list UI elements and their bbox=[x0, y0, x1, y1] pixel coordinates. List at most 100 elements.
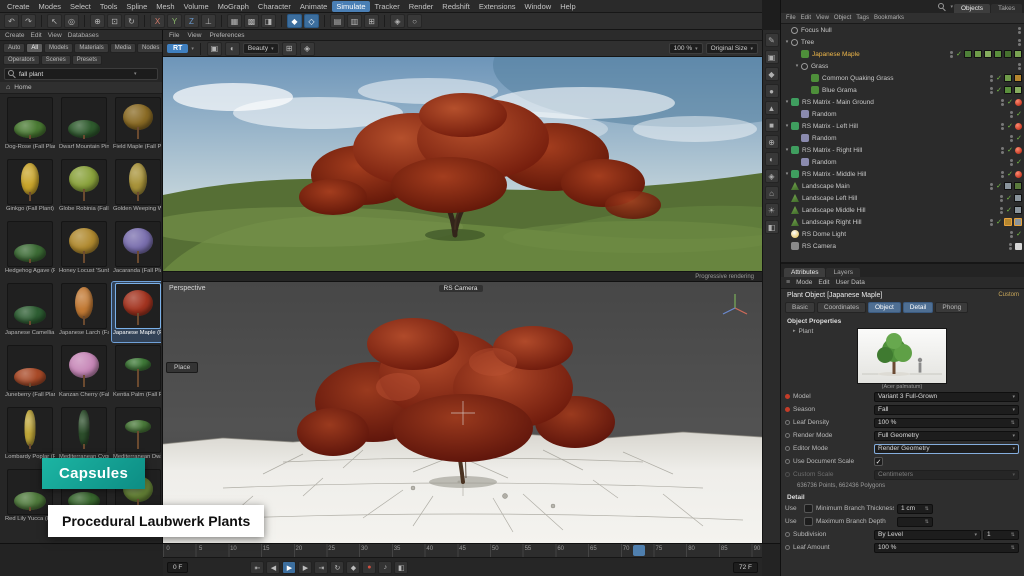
plant-item-lombardy-poplar-fall-plant[interactable]: Lombardy Poplar (Fall Plant) bbox=[4, 406, 56, 466]
play-button[interactable]: ▶ bbox=[282, 561, 296, 574]
visibility-dots[interactable] bbox=[990, 219, 993, 226]
attr-tab-basic[interactable]: Basic bbox=[785, 302, 815, 313]
expander-icon[interactable]: ▸ bbox=[793, 328, 796, 335]
render-dot[interactable] bbox=[1010, 139, 1013, 142]
record-button[interactable]: ● bbox=[362, 561, 376, 574]
attr-tab-object[interactable]: Object bbox=[868, 302, 901, 313]
object-row-rs-matrix-right-hill[interactable]: ▾RS Matrix - Right Hill✓ bbox=[781, 144, 1024, 156]
keying-settings-button[interactable]: ◧ bbox=[394, 561, 408, 574]
zoom-dropdown[interactable]: 100 %▾ bbox=[669, 43, 703, 54]
material-chip[interactable] bbox=[1004, 182, 1012, 190]
prev-frame-button[interactable]: ◀ bbox=[266, 561, 280, 574]
plant-item-field-maple-fall-plant[interactable]: Field Maple (Fall Plant) bbox=[112, 96, 161, 156]
plant-item-kentia-palm-fall-plant[interactable]: Kentia Palm (Fall Plant) bbox=[112, 344, 161, 404]
render-dot[interactable] bbox=[1018, 67, 1021, 70]
visibility-dots[interactable] bbox=[1000, 195, 1003, 202]
object-row-rs-camera[interactable]: RS Camera bbox=[781, 240, 1024, 252]
material-chip[interactable] bbox=[1014, 194, 1022, 202]
asset-menu-edit[interactable]: Edit bbox=[31, 32, 42, 39]
asset-tab-all[interactable]: All bbox=[26, 43, 43, 53]
editor-dot[interactable] bbox=[1009, 243, 1012, 246]
redshift-material-icon[interactable] bbox=[1015, 99, 1022, 106]
object-row-blue-grama[interactable]: Blue Grama✓ bbox=[781, 84, 1024, 96]
asset-tab-materials[interactable]: Materials bbox=[74, 43, 108, 53]
checkbox[interactable] bbox=[804, 504, 813, 513]
plant-item-japanese-larch-fall-plant[interactable]: Japanese Larch (Fall Plant) bbox=[58, 282, 110, 342]
bucket-icon[interactable]: ◈ bbox=[300, 42, 315, 56]
anim-dot-icon[interactable] bbox=[785, 420, 790, 425]
quantize-icon[interactable]: ◇ bbox=[304, 14, 319, 28]
render-dot[interactable] bbox=[1001, 151, 1004, 154]
editor-dot[interactable] bbox=[1001, 99, 1004, 102]
menu-extensions[interactable]: Extensions bbox=[475, 1, 520, 12]
editor-dot[interactable] bbox=[990, 183, 993, 186]
plant-item-juneberry-fall-plant[interactable]: Juneberry (Fall Plant) bbox=[4, 344, 56, 404]
material-chip[interactable] bbox=[1004, 74, 1012, 82]
material-chip[interactable] bbox=[964, 50, 972, 58]
texture-mode-icon[interactable]: ◆ bbox=[765, 67, 779, 81]
render-dot[interactable] bbox=[950, 55, 953, 58]
material-chip[interactable] bbox=[1004, 218, 1012, 226]
grid-icon[interactable]: ⊞ bbox=[364, 14, 379, 28]
plant-item-japanese-camellia-fall-plant[interactable]: Japanese Camellia (Fall Plant) bbox=[4, 282, 56, 342]
anim-dot-icon[interactable] bbox=[785, 433, 790, 438]
dropdown[interactable]: Fall▾ bbox=[874, 405, 1019, 415]
anim-dot-icon[interactable] bbox=[785, 446, 790, 451]
editor-dot[interactable] bbox=[1018, 27, 1021, 30]
object-filter-icon[interactable]: ▾ bbox=[950, 4, 953, 10]
visibility-dots[interactable] bbox=[1001, 99, 1004, 106]
render-dot[interactable] bbox=[1009, 247, 1012, 250]
visibility-dots[interactable] bbox=[950, 51, 953, 58]
render-dot[interactable] bbox=[1018, 31, 1021, 34]
material-chip[interactable] bbox=[1014, 206, 1022, 214]
render-dot[interactable] bbox=[990, 91, 993, 94]
search-bar[interactable]: ▾ bbox=[4, 68, 158, 80]
move-icon[interactable]: ⊕ bbox=[90, 14, 105, 28]
object-row-rs-matrix-main-ground[interactable]: ▾RS Matrix - Main Ground✓ bbox=[781, 96, 1024, 108]
menu-create[interactable]: Create bbox=[3, 1, 34, 12]
menu-character[interactable]: Character bbox=[254, 1, 295, 12]
am-panel-tab-attributes[interactable]: Attributes bbox=[784, 268, 825, 277]
timeline-ruler[interactable]: 051015202530354045505560657075808590 bbox=[163, 544, 762, 558]
value-field[interactable]: 100 %⇅ bbox=[874, 543, 1019, 553]
protection-tag-icon[interactable] bbox=[1015, 243, 1022, 250]
search-input[interactable] bbox=[19, 71, 131, 78]
axis-mode-icon[interactable]: ⊕ bbox=[765, 135, 779, 149]
material-chip[interactable] bbox=[994, 50, 1002, 58]
editor-dot[interactable] bbox=[1001, 147, 1004, 150]
object-row-random[interactable]: Random✓ bbox=[781, 108, 1024, 120]
place-tool-panel[interactable]: Place bbox=[166, 362, 198, 373]
object-row-grass[interactable]: ▾Grass bbox=[781, 60, 1024, 72]
plant-item-golden-weeping-willow-fall-plant[interactable]: Golden Weeping Willow (Fall Plant) bbox=[112, 158, 161, 218]
am-panel-tab-layers[interactable]: Layers bbox=[826, 268, 860, 277]
material-chip[interactable] bbox=[1014, 74, 1022, 82]
enabled-check-icon[interactable]: ✓ bbox=[1007, 147, 1013, 154]
editor-dot[interactable] bbox=[1018, 63, 1021, 66]
editor-dot[interactable] bbox=[1010, 111, 1013, 114]
custom-label[interactable]: Custom bbox=[998, 292, 1019, 298]
editor-dot[interactable] bbox=[1010, 231, 1013, 234]
object-row-rs-dome-light[interactable]: RS Dome Light✓ bbox=[781, 228, 1024, 240]
value-field[interactable]: 100 %⇅ bbox=[874, 418, 1019, 428]
anim-dot-icon[interactable] bbox=[785, 394, 790, 399]
om-menu-bookmarks[interactable]: Bookmarks bbox=[874, 15, 904, 21]
menu-help[interactable]: Help bbox=[556, 1, 579, 12]
filter-icon[interactable]: ▾ bbox=[134, 71, 137, 77]
object-row-focus-null[interactable]: Focus Null bbox=[781, 24, 1024, 36]
pen-icon[interactable]: ✎ bbox=[765, 33, 779, 47]
magnet-icon[interactable]: ◧ bbox=[765, 220, 779, 234]
om-menu-tags[interactable]: Tags bbox=[856, 15, 869, 21]
uv-mode-icon[interactable]: ◈ bbox=[765, 169, 779, 183]
render-dot[interactable] bbox=[1001, 103, 1004, 106]
light-icon[interactable]: ☀ bbox=[765, 203, 779, 217]
plant-item-globe-robinia-fall-plant[interactable]: Globe Robinia (Fall Plant) bbox=[58, 158, 110, 218]
material-chip[interactable] bbox=[1014, 50, 1022, 58]
rotate-icon[interactable]: ↻ bbox=[124, 14, 139, 28]
plant-item-ginkgo-fall-plant[interactable]: Ginkgo (Fall Plant) bbox=[4, 158, 56, 218]
current-frame-field[interactable]: 72 F bbox=[733, 562, 758, 573]
points-mode-icon[interactable]: ● bbox=[765, 84, 779, 98]
asset-menu-create[interactable]: Create bbox=[5, 32, 25, 39]
render-dot[interactable] bbox=[1001, 175, 1004, 178]
render-dot[interactable] bbox=[1010, 163, 1013, 166]
object-row-landscape-right-hill[interactable]: Landscape Right Hill✓ bbox=[781, 216, 1024, 228]
